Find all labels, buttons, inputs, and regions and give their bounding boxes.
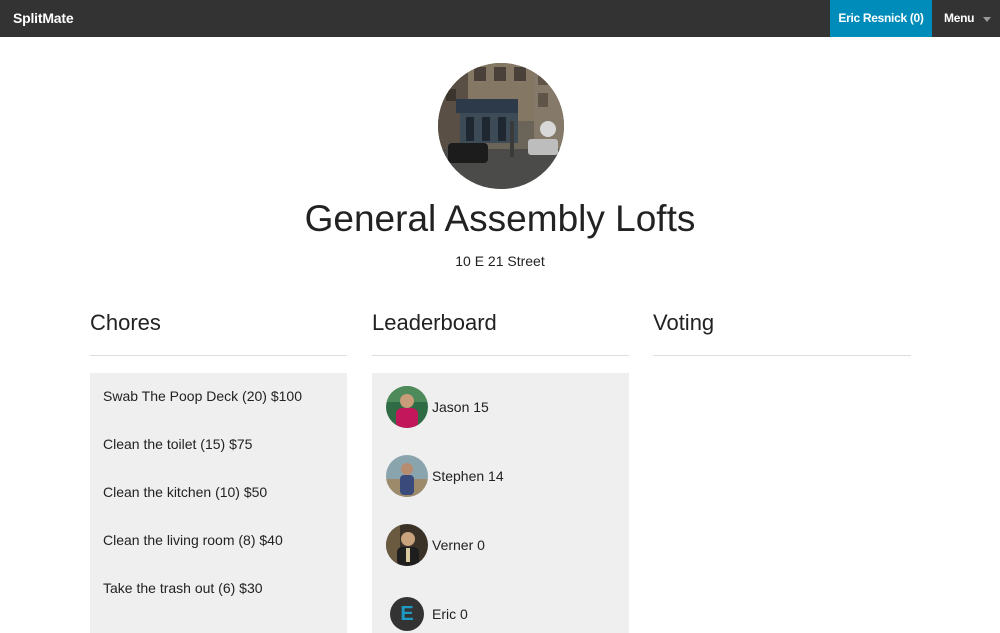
leaderboard-title: Leaderboard [372,310,497,335]
brand-link[interactable]: SplitMate [0,0,74,37]
voting-section: Voting [653,309,911,356]
leaderboard-item: E Eric 0 [372,579,629,633]
leaderboard-entry: Verner 0 [432,536,485,553]
leaderboard-item: Jason 15 [372,373,629,441]
leaderboard-section: Leaderboard Jason 15 Stephen 14 Verner 0… [372,309,629,633]
chore-item[interactable]: Clean the living room (8) $40 [90,517,347,565]
chores-section: Chores Swab The Poop Deck (20) $100 Clea… [90,309,347,633]
menu-label: Menu [944,11,975,25]
chore-item[interactable]: Swab The Poop Deck (20) $100 [90,373,347,421]
navbar-right: Eric Resnick (0) Menu [830,0,1000,37]
house-name: General Assembly Lofts [304,198,696,239]
avatar-initial: E [390,596,424,631]
voting-title: Voting [653,310,715,335]
avatar [386,523,428,566]
avatar [386,385,428,428]
avatar [386,454,428,497]
user-button[interactable]: Eric Resnick (0) [830,0,932,37]
leaderboard-divider [372,355,629,356]
leaderboard-item: Verner 0 [372,510,629,579]
leaderboard-entry: Jason 15 [432,398,489,415]
chore-item[interactable]: Take the trash out (6) $30 [90,565,347,613]
chores-divider [90,355,347,356]
top-navbar: SplitMate Eric Resnick (0) Menu [0,0,1000,37]
chore-item[interactable]: Clean the toilet (15) $75 [90,421,347,469]
chore-item[interactable]: Clean the kitchen (10) $50 [90,469,347,517]
house-address: 10 E 21 Street [455,253,545,269]
voting-divider [653,355,911,356]
leaderboard-item: Stephen 14 [372,441,629,510]
menu-dropdown[interactable]: Menu [932,0,1000,37]
chores-list: Swab The Poop Deck (20) $100 Clean the t… [90,373,347,633]
leaderboard-entry: Stephen 14 [432,467,504,484]
caret-down-icon [983,16,992,22]
leaderboard-list: Jason 15 Stephen 14 Verner 0 E Eric 0 [372,373,629,633]
chores-title: Chores [90,310,161,335]
house-photo [438,63,564,189]
leaderboard-entry: Eric 0 [432,605,468,622]
